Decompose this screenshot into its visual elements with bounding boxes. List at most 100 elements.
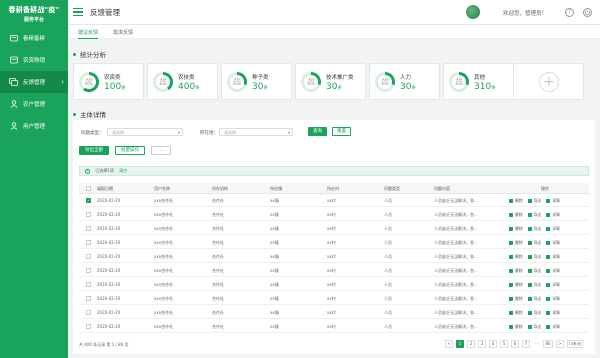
row-checkbox[interactable] <box>86 296 91 301</box>
sidebar-item-spring-farming[interactable]: 春耕备耕 <box>0 27 68 49</box>
table-row[interactable]: 2020-02-20 xxx合作社 合作社 xx镇 xx村 人员 人员缺乏无法解决，急...… <box>79 237 589 249</box>
column-header[interactable]: 所在镇 <box>270 183 282 194</box>
page-button[interactable]: 7 <box>522 340 530 348</box>
row-checkbox[interactable] <box>86 324 91 329</box>
cell-user: xxx合作社 <box>154 240 174 245</box>
select-all-checkbox[interactable] <box>86 186 91 191</box>
sidebar-item-feedback[interactable]: 反馈管理 › <box>0 71 68 93</box>
page-button[interactable]: 6 <box>511 340 519 348</box>
page-button[interactable]: 3 <box>478 340 486 348</box>
detail-button[interactable]: 详情 <box>546 240 560 246</box>
batch-action-button[interactable]: 批量操作 <box>115 146 145 155</box>
delete-button[interactable]: 删除 <box>509 268 523 274</box>
export-button[interactable]: 导出 <box>527 268 541 274</box>
column-header[interactable]: 所在村 <box>327 183 339 194</box>
delete-button[interactable]: 删除 <box>509 282 523 288</box>
export-button[interactable]: 导出 <box>527 198 541 204</box>
table-row[interactable]: 2020-02-20 xxx合作社 合作社 xx镇 xx村 人员 人员缺乏无法解决，急...… <box>79 209 589 221</box>
row-checkbox[interactable] <box>86 212 91 217</box>
delete-button[interactable]: 删除 <box>509 240 523 246</box>
table-row[interactable]: 2020-02-20 xxx合作社 合作社 xx镇 xx村 人员 人员缺乏无法解决，急...… <box>79 279 589 291</box>
welcome-text[interactable]: 欢迎您，管理员！ <box>503 9 547 17</box>
column-header[interactable]: 用户名称 <box>154 183 170 194</box>
detail-button[interactable]: 详情 <box>546 226 560 232</box>
stat-card[interactable]: 占比 40% 农技类 400条 <box>147 63 218 100</box>
export-button[interactable]: 导出 <box>527 212 541 218</box>
delete-button[interactable]: 删除 <box>509 296 523 302</box>
stat-card[interactable]: 占比 30% 技术推广类 30条 <box>295 63 366 100</box>
table-row[interactable]: 2020-02-20 xxx合作社 合作社 xx镇 xx村 人员 人员缺乏无法解决，急...… <box>79 321 589 333</box>
detail-button[interactable]: 详情 <box>546 324 560 330</box>
stat-card[interactable]: 占比 30% 种子类 30条 <box>221 63 292 100</box>
search-button[interactable]: 查询 <box>308 127 327 136</box>
table-row[interactable]: ✓ 2020-02-20 xxx合作社 合作社 xx镇 xx村 人员 人员缺乏无法解决，急..… <box>79 195 589 207</box>
export-button[interactable]: 导出 <box>527 240 541 246</box>
export-button[interactable]: 导出 <box>527 310 541 316</box>
delete-button[interactable]: 删除 <box>509 310 523 316</box>
row-checkbox[interactable] <box>86 240 91 245</box>
delete-button[interactable]: 删除 <box>509 212 523 218</box>
last-page-button[interactable]: 80 <box>543 340 553 348</box>
export-button[interactable]: 导出 <box>527 324 541 330</box>
sidebar-item-agri-trade[interactable]: 农资购销 <box>0 49 68 71</box>
page-size-select[interactable]: 10条/页 <box>567 340 583 348</box>
avatar[interactable] <box>466 5 480 19</box>
export-all-button[interactable]: 导出全部 <box>79 146 109 155</box>
column-header[interactable]: 所在机构 <box>212 183 228 194</box>
seedling-icon <box>9 34 18 42</box>
page-button[interactable]: 2 <box>467 340 475 348</box>
stat-card[interactable]: 占比 30% 其他 310条 <box>443 63 514 100</box>
prev-page-button[interactable]: < <box>445 340 453 348</box>
help-icon[interactable]: ? <box>565 8 574 17</box>
row-checkbox[interactable] <box>86 226 91 231</box>
row-checkbox[interactable] <box>86 310 91 315</box>
page-button[interactable]: 4 <box>489 340 497 348</box>
table-row[interactable]: 2020-02-20 xxx合作社 合作社 xx镇 xx村 人员 人员缺乏无法解决，急...… <box>79 223 589 235</box>
table-row[interactable]: 2020-02-20 xxx合作社 合作社 xx镇 xx村 人员 人员缺乏无法解决，急...… <box>79 307 589 319</box>
detail-button[interactable]: 详情 <box>546 296 560 302</box>
export-button[interactable]: 导出 <box>527 254 541 260</box>
reset-button[interactable]: 重置 <box>332 127 351 136</box>
stat-card[interactable]: 占比 60% 农资类 100条 <box>73 63 144 100</box>
export-button[interactable]: 导出 <box>527 296 541 302</box>
export-button[interactable]: 导出 <box>527 282 541 288</box>
detail-button[interactable]: 详情 <box>546 310 560 316</box>
delete-button[interactable]: 删除 <box>509 198 523 204</box>
clear-selection-link[interactable]: 清空 <box>119 168 127 173</box>
filter-type-select[interactable]: 请选择 ▾ <box>107 128 183 136</box>
table-row[interactable]: 2020-02-20 xxx合作社 合作社 xx镇 xx村 人员 人员缺乏无法解决，急...… <box>79 265 589 277</box>
detail-button[interactable]: 详情 <box>546 282 560 288</box>
detail-button[interactable]: 详情 <box>546 198 560 204</box>
row-checkbox[interactable] <box>86 282 91 287</box>
next-page-button[interactable]: > <box>556 340 564 348</box>
table-row[interactable]: 2020-02-20 xxx合作社 合作社 xx镇 xx村 人员 人员缺乏无法解决，急...… <box>79 251 589 263</box>
sidebar-item-farmers[interactable]: 农户管理 <box>0 93 68 115</box>
column-header[interactable]: 填报日期 <box>97 183 113 194</box>
delete-button[interactable]: 删除 <box>509 226 523 232</box>
menu-toggle-icon[interactable] <box>73 8 83 16</box>
row-checkbox[interactable] <box>86 268 91 273</box>
column-header[interactable]: 问题内容 <box>434 183 450 194</box>
table-row[interactable]: 2020-02-20 xxx合作社 合作社 xx镇 xx村 人员 人员缺乏无法解决，急...… <box>79 293 589 305</box>
tab-demand-feedback[interactable]: 需求反馈 <box>113 29 133 36</box>
page-button[interactable]: 1 <box>456 340 464 348</box>
detail-button[interactable]: 详情 <box>546 212 560 218</box>
cell-date: 2020-02-20 <box>97 240 121 245</box>
stat-card[interactable]: 占比 30% 人力 30条 <box>369 63 440 100</box>
power-icon[interactable] <box>583 8 592 17</box>
row-checkbox[interactable]: ✓ <box>86 198 91 203</box>
delete-button[interactable]: 删除 <box>509 324 523 330</box>
detail-button[interactable]: 详情 <box>546 268 560 274</box>
delete-button[interactable]: 删除 <box>509 254 523 260</box>
row-checkbox[interactable] <box>86 254 91 259</box>
column-header[interactable]: 问题类型 <box>384 183 400 194</box>
filter-org-select[interactable]: 请选择 ▾ <box>219 128 293 136</box>
add-stat-card[interactable]: + <box>513 63 584 100</box>
column-header[interactable]: 操作 <box>541 183 549 194</box>
export-button[interactable]: 导出 <box>527 226 541 232</box>
tab-suggestion-feedback[interactable]: 建议反馈 <box>78 29 99 39</box>
detail-button[interactable]: 详情 <box>546 254 560 260</box>
sidebar-item-users[interactable]: 用户管理 <box>0 115 68 137</box>
more-button[interactable]: ... <box>151 146 171 155</box>
page-button[interactable]: 5 <box>500 340 508 348</box>
